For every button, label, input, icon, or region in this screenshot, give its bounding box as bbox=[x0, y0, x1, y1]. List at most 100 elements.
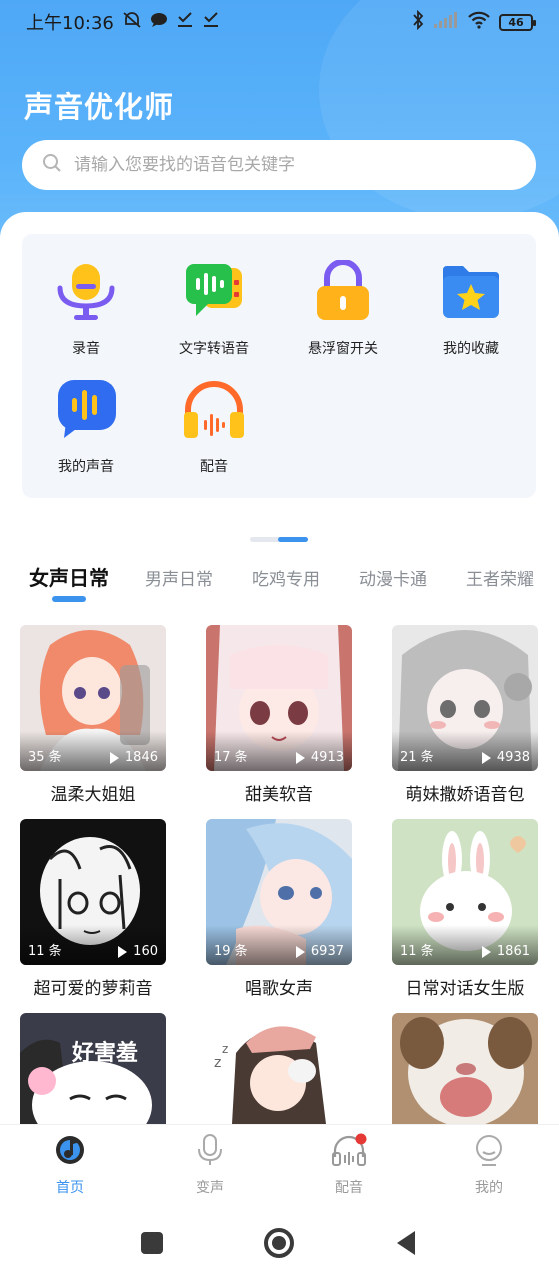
play-icon bbox=[481, 945, 491, 958]
card-thumbnail: 35 条 1846 bbox=[20, 625, 166, 771]
voice-pack-card[interactable]: 19 条 6937 唱歌女声 bbox=[206, 819, 352, 999]
play-icon bbox=[109, 751, 119, 764]
card-stats: 17 条 4913 bbox=[206, 731, 352, 771]
feature-label: 我的声音 bbox=[58, 459, 114, 475]
feature-label: 录音 bbox=[72, 341, 100, 357]
headphones-icon bbox=[182, 378, 246, 442]
bluetooth-icon bbox=[411, 9, 425, 35]
search-bar[interactable] bbox=[22, 140, 536, 190]
text-to-speech-icon bbox=[182, 260, 246, 324]
card-stats: 21 条 4938 bbox=[392, 731, 538, 771]
microphone-icon bbox=[54, 260, 118, 324]
feature-panel: 录音 文字转语音 悬浮窗开关 我的收藏 我的声音 配音 bbox=[22, 234, 536, 498]
status-bar: 上午10:36 46 bbox=[0, 0, 559, 44]
card-title: 温柔大姐姐 bbox=[50, 785, 136, 805]
bottom-nav: 首页 变声 配音 我的 bbox=[0, 1124, 559, 1210]
wifi-icon bbox=[467, 11, 491, 34]
clip-count: 19 条 bbox=[214, 944, 248, 959]
voice-pack-card[interactable]: 11 条 1861 日常对话女生版 bbox=[392, 819, 538, 999]
feature-tts[interactable]: 文字转语音 bbox=[150, 260, 278, 358]
feature-label: 我的收藏 bbox=[443, 341, 499, 357]
card-stats: 19 条 6937 bbox=[206, 925, 352, 965]
card-thumbnail: 21 条 4938 bbox=[392, 625, 538, 771]
svg-text:z: z bbox=[214, 1055, 221, 1071]
voice-pack-card[interactable]: z z bbox=[206, 1013, 352, 1124]
nav-profile[interactable]: 我的 bbox=[449, 1133, 529, 1197]
tab-indicator bbox=[52, 596, 86, 602]
play-count: 1861 bbox=[496, 944, 530, 959]
tab-anime[interactable]: 动漫卡通 bbox=[359, 565, 427, 590]
card-title: 超可爱的萝莉音 bbox=[33, 979, 153, 999]
voice-pack-card[interactable]: 11 条 160 超可爱的萝莉音 bbox=[20, 819, 166, 999]
nav-home[interactable]: 首页 bbox=[30, 1133, 110, 1197]
card-stats: 11 条 160 bbox=[20, 925, 166, 965]
feature-label: 文字转语音 bbox=[179, 341, 249, 357]
back-button[interactable] bbox=[395, 1230, 417, 1260]
home-button[interactable] bbox=[263, 1227, 295, 1263]
card-stats: 11 条 1861 bbox=[392, 925, 538, 965]
voice-pack-card[interactable] bbox=[392, 1013, 538, 1124]
card-title: 日常对话女生版 bbox=[405, 979, 525, 999]
thumbnail-caption: 好害羞 bbox=[72, 1041, 139, 1066]
card-thumbnail bbox=[392, 1013, 538, 1124]
feature-pager bbox=[250, 537, 308, 543]
card-thumbnail: 17 条 4913 bbox=[206, 625, 352, 771]
feature-record[interactable]: 录音 bbox=[22, 260, 150, 358]
clip-count: 17 条 bbox=[214, 750, 248, 765]
nav-label: 配音 bbox=[335, 1180, 363, 1196]
feature-label: 配音 bbox=[200, 459, 228, 475]
card-thumbnail: 11 条 160 bbox=[20, 819, 166, 965]
voice-pack-card[interactable]: 17 条 4913 甜美软音 bbox=[206, 625, 352, 805]
home-music-icon bbox=[53, 1133, 87, 1171]
clip-count: 21 条 bbox=[400, 750, 434, 765]
card-thumbnail: 11 条 1861 bbox=[392, 819, 538, 965]
search-input[interactable] bbox=[74, 155, 494, 175]
signal-icon bbox=[433, 11, 459, 34]
star-folder-icon bbox=[439, 260, 503, 324]
card-title: 萌妹撒娇语音包 bbox=[405, 785, 525, 805]
headphones-icon bbox=[331, 1133, 367, 1171]
app-title: 声音优化师 bbox=[24, 90, 175, 124]
profile-icon bbox=[472, 1133, 506, 1171]
feature-my-voice[interactable]: 我的声音 bbox=[22, 378, 150, 476]
feature-dubbing[interactable]: 配音 bbox=[150, 378, 278, 476]
tab-female-daily[interactable]: 女声日常 bbox=[29, 562, 109, 591]
card-title: 唱歌女声 bbox=[245, 979, 313, 999]
download-done-icon bbox=[202, 12, 220, 32]
mute-alarm-icon bbox=[122, 11, 142, 33]
nav-voice-changer[interactable]: 变声 bbox=[170, 1133, 250, 1197]
card-stats: 35 条 1846 bbox=[20, 731, 166, 771]
voice-pack-card[interactable]: 35 条 1846 温柔大姐姐 bbox=[20, 625, 166, 805]
clip-count: 11 条 bbox=[400, 944, 434, 959]
play-count: 4938 bbox=[496, 750, 530, 765]
play-icon bbox=[481, 751, 491, 764]
tab-male-daily[interactable]: 男声日常 bbox=[145, 565, 213, 590]
microphone-icon bbox=[193, 1133, 227, 1171]
nav-label: 变声 bbox=[196, 1180, 224, 1196]
card-thumbnail: 好害羞 bbox=[20, 1013, 166, 1124]
voice-pack-card[interactable]: 21 条 4938 萌妹撒娇语音包 bbox=[392, 625, 538, 805]
card-thumbnail: 19 条 6937 bbox=[206, 819, 352, 965]
recent-apps-button[interactable] bbox=[141, 1232, 163, 1258]
nav-label: 我的 bbox=[475, 1180, 503, 1196]
voice-bubble-icon bbox=[54, 378, 118, 442]
feature-favorites[interactable]: 我的收藏 bbox=[407, 260, 535, 358]
play-count: 6937 bbox=[310, 944, 344, 959]
clip-count: 35 条 bbox=[28, 750, 62, 765]
lock-icon bbox=[311, 259, 375, 324]
feature-floating-window[interactable]: 悬浮窗开关 bbox=[279, 259, 407, 358]
battery-icon: 46 bbox=[499, 13, 536, 31]
card-thumbnail: z z bbox=[206, 1013, 352, 1124]
clip-count: 11 条 bbox=[28, 944, 62, 959]
play-icon bbox=[295, 945, 305, 958]
tab-pubg[interactable]: 吃鸡专用 bbox=[252, 565, 320, 590]
message-icon bbox=[150, 12, 168, 32]
svg-text:z: z bbox=[222, 1042, 228, 1056]
play-icon bbox=[295, 751, 305, 764]
voice-pack-card[interactable]: 好害羞 bbox=[20, 1013, 166, 1124]
play-icon bbox=[118, 945, 128, 958]
card-title: 甜美软音 bbox=[245, 785, 313, 805]
nav-dubbing[interactable]: 配音 bbox=[309, 1133, 389, 1197]
tab-honor-of-kings[interactable]: 王者荣耀 bbox=[466, 565, 534, 590]
search-icon bbox=[42, 153, 62, 177]
